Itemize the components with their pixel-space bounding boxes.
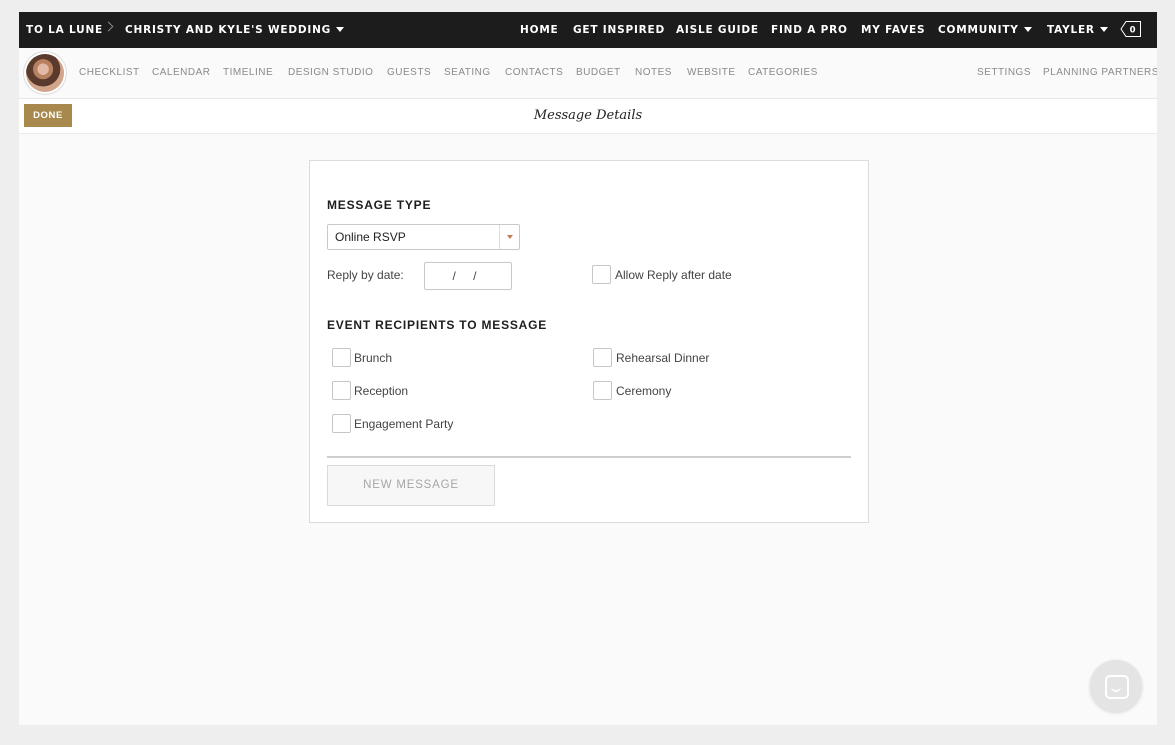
- brunch-checkbox[interactable]: [332, 348, 351, 367]
- nav-my-faves[interactable]: MY FAVES: [861, 12, 925, 48]
- subnav-design-studio[interactable]: DESIGN STUDIO: [288, 48, 373, 98]
- wedding-selector[interactable]: CHRISTY AND KYLE'S WEDDING: [125, 12, 345, 48]
- tag-icon[interactable]: 0: [1120, 20, 1142, 38]
- subnav-calendar[interactable]: CALENDAR: [152, 48, 210, 98]
- tag-count: 0: [1130, 26, 1137, 36]
- engagement-party-checkbox[interactable]: [332, 414, 351, 433]
- brunch-label: Brunch: [354, 351, 393, 365]
- rehearsal-dinner-label: Rehearsal Dinner: [616, 351, 710, 365]
- breadcrumb-separator-icon: [103, 21, 114, 32]
- engagement-party-label: Engagement Party: [354, 417, 454, 431]
- reception-checkbox[interactable]: [332, 381, 351, 400]
- avatar[interactable]: [26, 54, 64, 92]
- subnav-planning-partners[interactable]: PLANNING PARTNERS: [1043, 48, 1157, 98]
- message-form-card: MESSAGE TYPE Online RSVP Reply by date: …: [309, 160, 869, 523]
- select-divider: [499, 225, 500, 249]
- form-divider: [327, 456, 851, 458]
- planning-nav: CHECKLIST CALENDAR TIMELINE DESIGN STUDI…: [19, 48, 1157, 99]
- app-window: TO LA LUNE CHRISTY AND KYLE'S WEDDING HO…: [19, 12, 1157, 725]
- user-menu[interactable]: TAYLER: [1047, 12, 1108, 48]
- chevron-down-icon: [1023, 26, 1032, 32]
- user-name: TAYLER: [1047, 24, 1095, 36]
- community-label: COMMUNITY: [938, 24, 1019, 36]
- rehearsal-dinner-checkbox[interactable]: [593, 348, 612, 367]
- recipients-heading: EVENT RECIPIENTS TO MESSAGE: [327, 318, 548, 332]
- subnav-seating[interactable]: SEATING: [444, 48, 491, 98]
- page-title: Message Details: [533, 108, 643, 123]
- subnav-budget[interactable]: BUDGET: [576, 48, 621, 98]
- nav-get-inspired[interactable]: GET INSPIRED: [573, 12, 665, 48]
- done-button[interactable]: DONE: [24, 104, 72, 127]
- chevron-down-icon: [1099, 26, 1108, 32]
- subnav-guests[interactable]: GUESTS: [387, 48, 431, 98]
- chevron-down-icon: [336, 26, 345, 32]
- top-nav: TO LA LUNE CHRISTY AND KYLE'S WEDDING HO…: [19, 12, 1157, 48]
- nav-community[interactable]: COMMUNITY: [938, 12, 1032, 48]
- subnav-notes[interactable]: NOTES: [635, 48, 672, 98]
- nav-aisle-guide[interactable]: AISLE GUIDE: [676, 12, 759, 48]
- new-message-button[interactable]: NEW MESSAGE: [327, 465, 495, 506]
- message-type-select[interactable]: Online RSVP: [327, 224, 520, 250]
- brand-link[interactable]: TO LA LUNE: [26, 12, 103, 48]
- details-toolbar: Message Details DONE: [19, 99, 1157, 134]
- ceremony-label: Ceremony: [616, 384, 672, 398]
- nav-find-a-pro[interactable]: FIND A PRO: [771, 12, 848, 48]
- message-type-value: Online RSVP: [335, 230, 406, 244]
- subnav-settings[interactable]: SETTINGS: [977, 48, 1031, 98]
- reception-label: Reception: [354, 384, 409, 398]
- reply-by-date-input[interactable]: / /: [424, 262, 512, 290]
- ceremony-checkbox[interactable]: [593, 381, 612, 400]
- subnav-checklist[interactable]: CHECKLIST: [79, 48, 140, 98]
- subnav-timeline[interactable]: TIMELINE: [223, 48, 273, 98]
- message-type-heading: MESSAGE TYPE: [327, 198, 432, 212]
- allow-reply-checkbox[interactable]: [592, 265, 611, 284]
- subnav-website[interactable]: WEBSITE: [687, 48, 736, 98]
- nav-home[interactable]: HOME: [520, 12, 559, 48]
- subnav-contacts[interactable]: CONTACTS: [505, 48, 563, 98]
- chevron-down-icon: [507, 235, 513, 239]
- chat-launcher[interactable]: [1090, 660, 1142, 712]
- wedding-name: CHRISTY AND KYLE'S WEDDING: [125, 24, 332, 36]
- reply-by-label: Reply by date:: [327, 268, 404, 282]
- subnav-categories[interactable]: CATEGORIES: [748, 48, 818, 98]
- allow-reply-label: Allow Reply after date: [615, 268, 732, 282]
